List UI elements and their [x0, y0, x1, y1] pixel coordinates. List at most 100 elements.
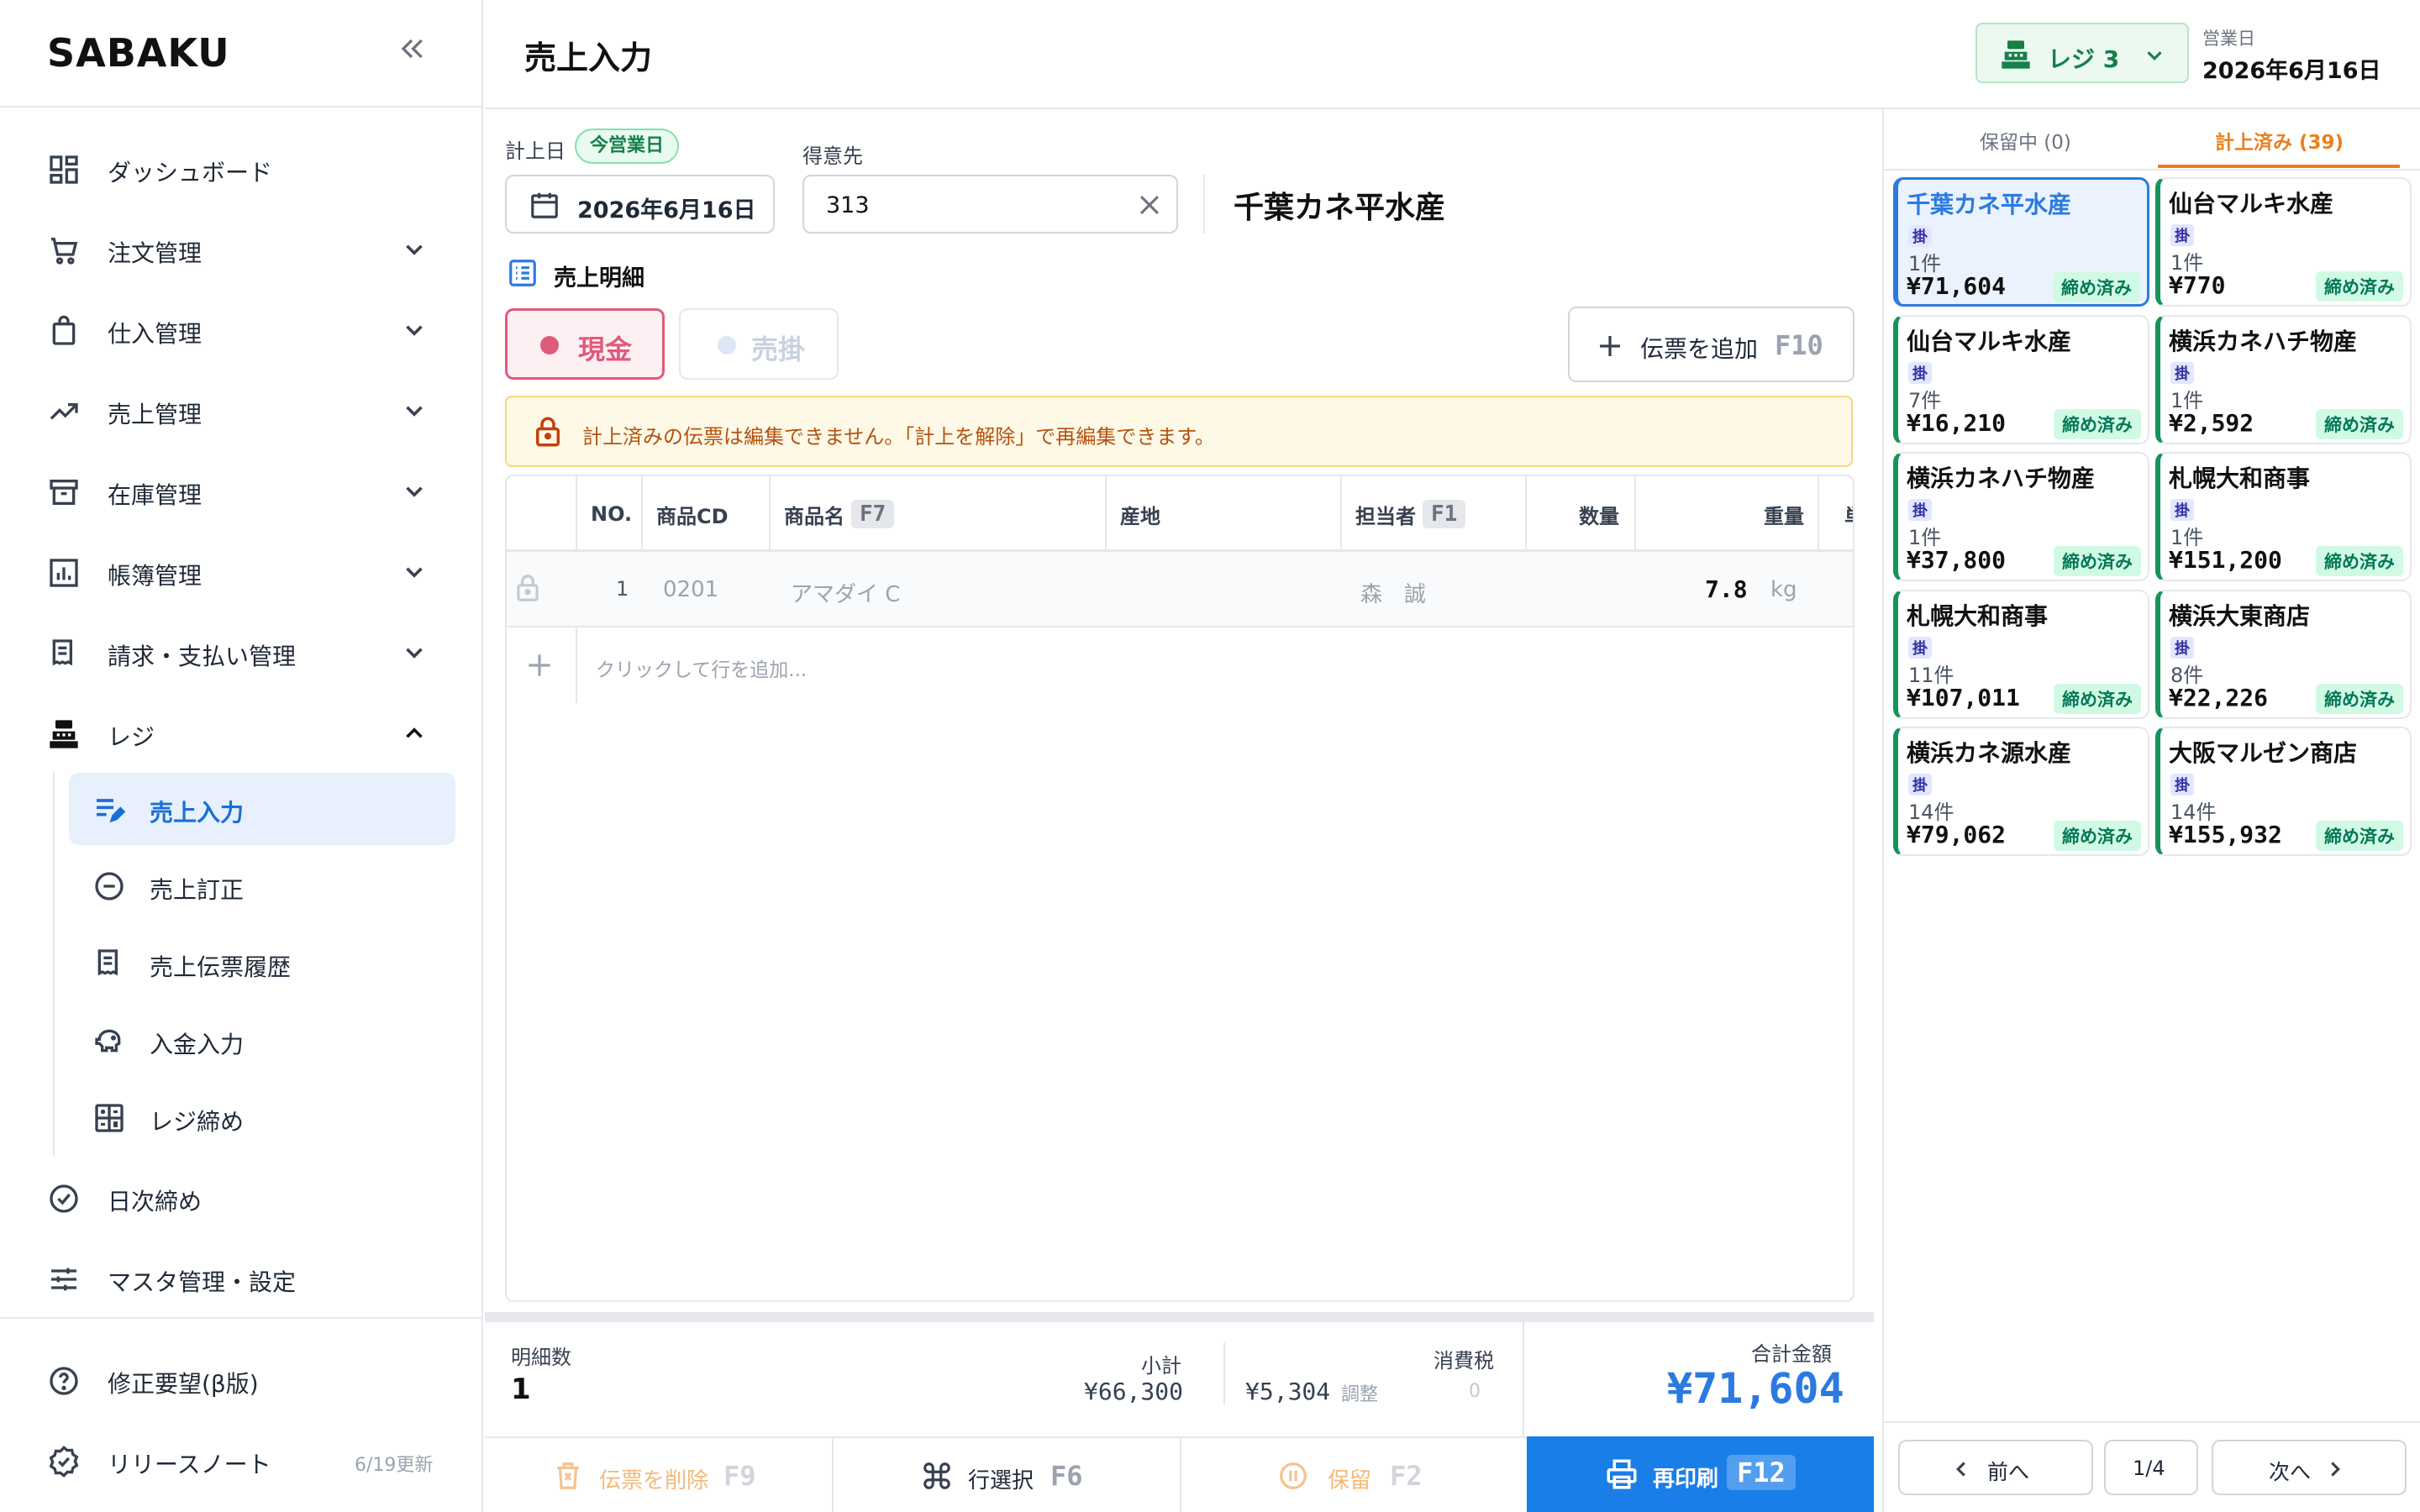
subtotal-value: ¥66,300	[1084, 1378, 1184, 1405]
sidebar-item-register[interactable]: レジ	[0, 701, 483, 768]
delete-slip-button[interactable]: 伝票を削除 F9	[485, 1438, 832, 1512]
subtotal-label: 小計	[1141, 1354, 1181, 1378]
customer-label: 得意先	[802, 144, 863, 168]
bar-chart-icon	[50, 559, 78, 587]
card-amount: ¥2,592	[2169, 408, 2254, 437]
sidebar-divider	[0, 106, 483, 108]
sidebar-item-label: レジ	[108, 723, 155, 751]
hold-button[interactable]: 保留 F2	[1180, 1438, 1527, 1512]
col-header-weight: 重量	[1764, 504, 1804, 528]
posted-slip-card[interactable]: 千葉カネ平水産掛 1件 ¥71,604 締め済み	[1893, 177, 2149, 307]
credit-toggle[interactable]: 売掛	[679, 308, 839, 380]
sidebar-item-dashboard[interactable]: ダッシュボード	[0, 136, 483, 203]
sidebar-item-label: 請求・支払い管理	[108, 643, 297, 670]
reprint-label: 再印刷	[1653, 1467, 1719, 1492]
card-credit-tag: 掛	[2170, 636, 2194, 659]
receipt-icon	[97, 949, 118, 976]
sidebar-subitem-slip-history[interactable]: 売上伝票履歴	[69, 927, 455, 1000]
sidebar-subitem-payment-entry[interactable]: 入金入力	[69, 1005, 455, 1077]
col-header-qty: 数量	[1579, 504, 1619, 528]
card-status-badge: 締め済み	[2316, 821, 2403, 851]
sidebar-item-daily-close[interactable]: 日次締め	[0, 1165, 483, 1232]
row-select-button[interactable]: 行選択 F6	[832, 1438, 1180, 1512]
add-row[interactable]: クリックして行を追加...	[507, 627, 1853, 703]
posted-slip-card[interactable]: 札幌大和商事掛 1件 ¥151,200 締め済み	[2155, 452, 2412, 581]
card-credit-tag: 掛	[2170, 361, 2194, 384]
add-slip-shortcut: F10	[1775, 329, 1823, 361]
sidebar-item-purchase[interactable]: 仕入管理	[0, 297, 483, 365]
card-customer-name: 横浜カネハチ物産	[1907, 465, 2096, 492]
card-customer-name: 札幌大和商事	[1907, 601, 2049, 630]
prev-page-button[interactable]: 前へ	[1898, 1440, 2093, 1495]
sidebar-item-master-settings[interactable]: マスタ管理・設定	[0, 1246, 483, 1313]
adjust-value[interactable]: 0	[1469, 1381, 1481, 1402]
col-header-name[interactable]: 商品名 F7	[784, 476, 895, 552]
sidebar-item-sales[interactable]: 売上管理	[0, 378, 483, 445]
tax-value: ¥5,304	[1245, 1378, 1331, 1405]
customer-code-input[interactable]: 313	[802, 175, 1178, 234]
card-customer-name: 横浜カネ源水産	[1907, 739, 2072, 767]
sidebar-divider	[0, 1317, 483, 1319]
card-status-badge: 締め済み	[2054, 821, 2141, 851]
total-value: ¥71,604	[1667, 1364, 1844, 1413]
chevron-down-icon	[406, 486, 423, 497]
edit-list-icon	[97, 799, 126, 823]
sidebar-item-inventory[interactable]: 在庫管理	[0, 459, 483, 526]
col-header-staff[interactable]: 担当者 F1	[1355, 476, 1466, 552]
row-select-shortcut: F6	[1050, 1460, 1083, 1492]
posted-slip-card[interactable]: 横浜大東商店掛 8件 ¥22,226 締め済み	[2155, 589, 2412, 719]
posting-date-picker[interactable]: 2026年6月16日	[505, 175, 775, 234]
sidebar-item-billing[interactable]: 請求・支払い管理	[0, 620, 483, 687]
calculator-icon	[95, 1104, 124, 1132]
card-status-badge: 締め済み	[2053, 272, 2140, 302]
tab-posted[interactable]: 計上済み (39)	[2158, 109, 2400, 168]
add-slip-label: 伝票を追加	[1640, 335, 1759, 363]
sidebar-item-label: 売上管理	[108, 401, 203, 428]
register-selector[interactable]: レジ 3	[1975, 23, 2189, 83]
posted-slip-card[interactable]: 横浜カネ源水産掛 14件 ¥79,062 締め済み	[1893, 727, 2149, 856]
posted-slip-card[interactable]: 仙台マルキ水産掛 1件 ¥770 締め済み	[2155, 177, 2412, 307]
check-circle-icon	[50, 1184, 78, 1213]
subitem-label: 入金入力	[150, 1031, 245, 1058]
sidebar-subitem-sales-entry[interactable]: 売上入力	[69, 773, 455, 845]
card-amount: ¥37,800	[1907, 546, 2007, 574]
card-customer-name: 仙台マルキ水産	[1907, 327, 2072, 355]
card-status-badge: 締め済み	[2316, 546, 2403, 576]
command-icon	[923, 1462, 950, 1489]
tab-hold[interactable]: 保留中 (0)	[1884, 109, 2161, 168]
posted-slip-card[interactable]: 横浜カネハチ物産掛 1件 ¥2,592 締め済み	[2155, 314, 2412, 444]
col-header-origin: 産地	[1120, 504, 1160, 528]
sidebar-item-release-notes[interactable]: リリースノート 6/19更新	[0, 1428, 483, 1495]
collapse-sidebar-icon[interactable]	[395, 32, 429, 74]
card-credit-tag: 掛	[1908, 636, 1932, 659]
posted-slip-card[interactable]: 札幌大和商事掛 11件 ¥107,011 締め済み	[1893, 589, 2149, 719]
sidebar-item-feedback[interactable]: 修正要望(β版)	[0, 1347, 483, 1415]
posted-slip-card[interactable]: 仙台マルキ水産掛 7件 ¥16,210 締め済み	[1893, 314, 2149, 444]
sidebar-item-label: 在庫管理	[108, 481, 203, 509]
sidebar-item-label: 修正要望(β版)	[108, 1370, 259, 1398]
clear-icon[interactable]	[1135, 191, 1164, 219]
reprint-button[interactable]: 再印刷 F12	[1527, 1436, 1874, 1512]
card-amount: ¥770	[2169, 271, 2226, 299]
sidebar-subitem-sales-correction[interactable]: 売上訂正	[69, 850, 455, 922]
sidebar-item-orders[interactable]: 注文管理	[0, 217, 483, 284]
posted-slip-card[interactable]: 大阪マルゼン商店掛 14件 ¥155,932 締め済み	[2155, 727, 2412, 856]
business-day-label: 営業日	[2202, 29, 2255, 49]
posted-slip-card[interactable]: 横浜カネハチ物産掛 1件 ¥37,800 締め済み	[1893, 452, 2149, 581]
sidebar-item-books[interactable]: 帳簿管理	[0, 539, 483, 606]
posting-date-label: 計上日	[505, 139, 566, 163]
sidebar-subitem-register-close[interactable]: レジ締め	[69, 1082, 455, 1154]
table-row[interactable]: 1 0201 アマダイ C 森 誠 7.8 kg	[507, 552, 1853, 627]
card-customer-name: 横浜大東商店	[2169, 601, 2311, 630]
dashboard-icon	[50, 155, 78, 184]
add-slip-button[interactable]: 伝票を追加 F10	[1568, 307, 1854, 382]
card-customer-name: 横浜カネハチ物産	[2169, 327, 2358, 355]
subitem-label: 売上訂正	[150, 876, 245, 904]
card-amount: ¥107,011	[1907, 683, 2020, 711]
subitem-label: 売上入力	[150, 799, 245, 827]
customer-divider	[1203, 175, 1205, 234]
next-page-button[interactable]: 次へ	[2212, 1440, 2407, 1495]
cell-name: アマダイ C	[791, 582, 901, 607]
cash-register-icon	[2002, 40, 2030, 69]
cash-toggle[interactable]: 現金	[505, 308, 665, 380]
